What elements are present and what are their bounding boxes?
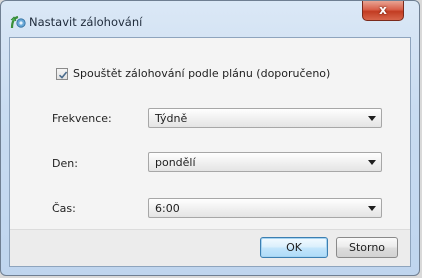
frequency-label: Frekvence: — [52, 112, 112, 125]
dialog-content: Spouštět zálohování podle plánu (doporuč… — [9, 37, 411, 267]
title-bar[interactable]: Nastavit zálohování x — [1, 1, 419, 33]
schedule-checkbox[interactable] — [56, 68, 68, 80]
schedule-checkbox-label: Spouštět zálohování podle plánu (doporuč… — [73, 67, 331, 80]
frequency-value: Týdně — [155, 112, 188, 125]
day-value: pondělí — [155, 156, 196, 169]
backup-settings-dialog: Nastavit zálohování x Spouštět zálohován… — [0, 0, 420, 276]
close-icon: x — [379, 3, 387, 17]
ok-button[interactable]: OK — [260, 237, 328, 258]
button-bar: OK Storno — [10, 229, 410, 266]
time-select[interactable]: 6:00 — [148, 198, 382, 218]
frequency-select[interactable]: Týdně — [148, 108, 382, 128]
time-value: 6:00 — [155, 202, 180, 215]
chevron-down-icon — [368, 206, 376, 211]
chevron-down-icon — [368, 116, 376, 121]
dialog-title: Nastavit zálohování — [29, 15, 143, 29]
backup-icon — [9, 14, 27, 30]
day-select[interactable]: pondělí — [148, 152, 382, 172]
time-label: Čas: — [52, 202, 76, 215]
close-button[interactable]: x — [362, 1, 404, 21]
chevron-down-icon — [368, 160, 376, 165]
day-label: Den: — [52, 157, 78, 170]
cancel-button[interactable]: Storno — [336, 237, 398, 258]
checkmark-icon — [58, 71, 68, 79]
